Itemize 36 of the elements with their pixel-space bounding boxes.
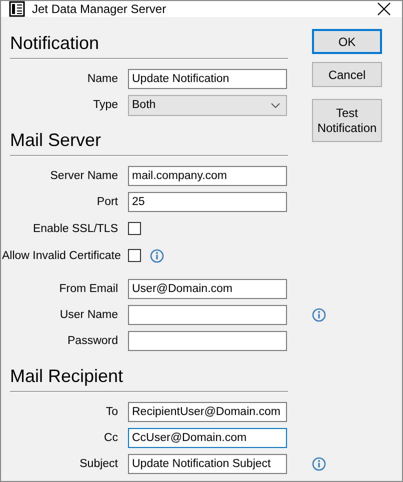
field-label: Server Name [49,170,118,182]
field-label: From Email [58,283,118,295]
field-label: User Name [58,309,118,321]
field-label: Type [92,99,118,111]
dialog-button[interactable]: Test Notification [312,99,382,142]
checkbox[interactable] [128,222,141,235]
text-field[interactable]: CcUser@Domain.com [128,428,287,448]
field-label: Enable SSL/TLS [32,222,118,234]
type-dropdown[interactable]: Both [128,94,287,116]
info-icon[interactable] [150,248,164,262]
info-icon[interactable] [312,308,326,322]
field-label: Name [86,73,118,85]
field-label: Port [96,196,118,208]
text-field[interactable]: Update Notification [128,69,287,89]
text-field[interactable] [128,305,287,325]
text-field[interactable]: 25 [128,192,287,212]
section-heading: Mail Recipient [10,365,124,387]
info-icon[interactable] [312,457,326,471]
section-heading: Mail Server [10,129,102,151]
text-field[interactable]: User@Domain.com [128,279,287,299]
field-label: Password [66,335,118,347]
text-field[interactable]: RecipientUser@Domain.com [128,402,287,422]
text-field[interactable]: mail.company.com [128,166,287,186]
section-heading: Notification [10,32,100,54]
dialog-button[interactable]: Cancel [312,62,382,87]
field-label: To [104,406,118,418]
chevron-icon [271,102,280,108]
text-field[interactable]: Update Notification Subject [128,454,287,474]
field-label: Cc [102,432,118,444]
text-field[interactable] [128,331,287,351]
close-icon[interactable] [376,1,392,17]
field-label: Subject [78,458,118,470]
window-title: Jet Data Manager Server [32,2,168,16]
field-label: Allow Invalid Certificate [2,250,118,262]
checkbox[interactable] [128,249,141,262]
dialog-button[interactable]: OK [312,29,382,54]
